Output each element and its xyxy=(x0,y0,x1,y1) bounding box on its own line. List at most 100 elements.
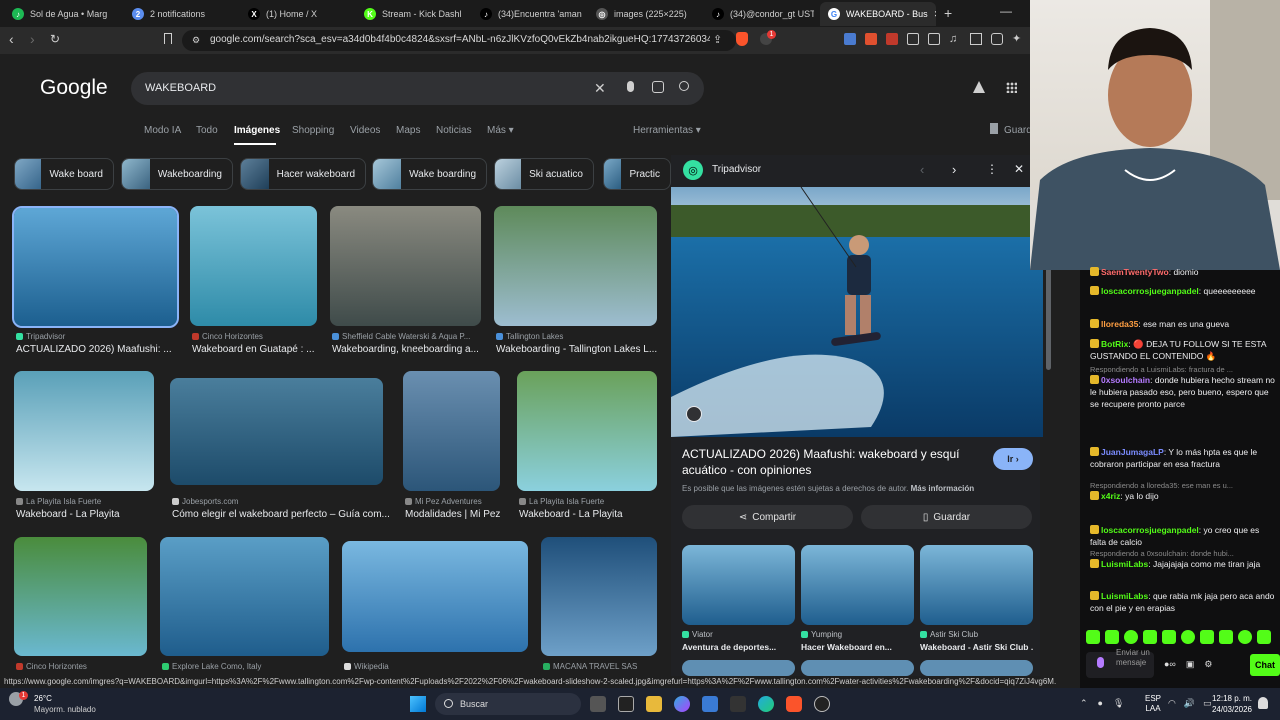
related-title[interactable]: Aventura de deportes... xyxy=(682,642,795,652)
result-source[interactable]: Cinco Horizontes xyxy=(16,662,153,671)
google-logo[interactable]: Google xyxy=(40,76,108,100)
saved-icon[interactable] xyxy=(990,123,998,134)
bookmark-icon[interactable] xyxy=(164,33,172,44)
result-source[interactable]: MACANA TRAVEL SAS xyxy=(543,662,663,671)
people-icon[interactable]: ● xyxy=(1098,698,1103,709)
terminal-icon[interactable] xyxy=(730,696,746,712)
task-view-icon[interactable] xyxy=(590,696,606,712)
result-title[interactable]: Wakeboard - La Playita xyxy=(16,509,160,520)
image-result[interactable] xyxy=(170,378,383,485)
close-panel-icon[interactable]: ✕ xyxy=(1014,162,1024,176)
chat-username[interactable]: loscacorrosjueganpadel xyxy=(1101,286,1199,296)
start-button[interactable] xyxy=(410,696,426,712)
notification-bell-icon[interactable] xyxy=(1258,697,1268,709)
clock[interactable]: 12:18 p. m. 24/03/2026 xyxy=(1208,693,1252,715)
image-result[interactable] xyxy=(403,371,500,491)
brave-icon[interactable] xyxy=(786,696,802,712)
result-title[interactable]: Wakeboard en Guatapé : ... xyxy=(192,344,323,355)
result-title[interactable]: Wakeboarding - Tallington Lakes L... xyxy=(496,344,663,355)
language-indicator[interactable]: ESP LAA xyxy=(1145,694,1161,714)
lens-icon[interactable] xyxy=(652,81,664,93)
result-source[interactable]: Wikipedia xyxy=(344,662,534,671)
chat-username[interactable]: LuismiLabs xyxy=(1101,591,1148,601)
nav-tab[interactable]: Maps xyxy=(396,125,420,136)
save-button[interactable]: ▯ Guardar xyxy=(861,505,1032,529)
result-source[interactable]: La Playita Isla Fuerte xyxy=(519,497,663,506)
saved-button[interactable]: Guard xyxy=(1004,125,1032,136)
m-extension-icon[interactable] xyxy=(886,33,898,45)
browser-tab[interactable]: ♪ (34)Encuentra 'amanda xyxy=(472,2,582,26)
share-icon[interactable]: ⇪ xyxy=(713,33,722,46)
chat-username[interactable]: 0xsoulchain xyxy=(1101,375,1150,385)
related-title[interactable]: Wakeboard - Astir Ski Club ... xyxy=(920,642,1033,652)
nav-tab[interactable]: Videos xyxy=(350,125,380,136)
related-source[interactable]: Yumping xyxy=(801,630,914,639)
share-button[interactable]: ⋖ Compartir xyxy=(682,505,853,529)
edge-icon[interactable] xyxy=(758,696,774,712)
labs-flask-icon[interactable] xyxy=(973,81,985,93)
chat-username[interactable]: SaemTwentyTwo xyxy=(1101,267,1169,277)
browser-tab[interactable]: 2 2 notifications xyxy=(124,2,234,26)
reload-icon[interactable]: ↻ xyxy=(50,32,60,46)
image-result[interactable] xyxy=(14,537,147,656)
more-info-link[interactable]: Más información xyxy=(911,484,975,493)
red-extension-icon[interactable] xyxy=(865,33,877,45)
related-chip[interactable]: Hacer wakeboard xyxy=(240,158,366,190)
image-result[interactable] xyxy=(342,541,528,652)
result-title[interactable]: Cómo elegir el wakeboard perfecto – Guía… xyxy=(172,509,389,520)
panel-title[interactable]: ACTUALIZADO 2026) Maafushi: wakeboard y … xyxy=(682,446,982,478)
image-result[interactable] xyxy=(330,206,481,326)
chevron-up-icon[interactable]: ⌃ xyxy=(1080,698,1088,709)
browser-tab[interactable]: X (1) Home / X xyxy=(240,2,350,26)
tab-search-icon[interactable] xyxy=(928,33,940,45)
translate-extension-icon[interactable] xyxy=(844,33,856,45)
back-icon[interactable]: ‹ xyxy=(9,31,14,47)
puzzle-icon[interactable] xyxy=(907,33,919,45)
related-image[interactable] xyxy=(682,545,795,625)
emote-icon[interactable] xyxy=(1105,630,1119,644)
result-source[interactable]: Sheffield Cable Waterski & Aqua P... xyxy=(332,332,487,341)
nav-tab[interactable]: Shopping xyxy=(292,125,334,136)
chat-send-button[interactable]: Chat xyxy=(1250,654,1280,676)
panel-site-name[interactable]: Tripadvisor xyxy=(712,164,761,175)
related-image[interactable] xyxy=(682,660,795,676)
next-image-icon[interactable]: › xyxy=(952,162,956,177)
nav-tab[interactable]: Noticias xyxy=(436,125,472,136)
image-result[interactable] xyxy=(541,537,657,656)
wallet-icon[interactable] xyxy=(991,33,1003,45)
related-chip[interactable]: Wake board xyxy=(14,158,114,190)
users-icon[interactable]: ●∞ xyxy=(1164,659,1176,670)
preview-image[interactable] xyxy=(671,187,1043,437)
nav-tab[interactable]: Todo xyxy=(196,125,218,136)
result-source[interactable]: Jobesports.com xyxy=(172,497,389,506)
new-tab-button[interactable]: + xyxy=(944,5,952,21)
browser-tab[interactable]: ♪ (34)@condor_gt USTED xyxy=(704,2,814,26)
gear-icon[interactable]: ⚙ xyxy=(1204,659,1212,670)
visit-button[interactable]: Ir › xyxy=(993,448,1033,470)
emote-icon[interactable] xyxy=(1162,630,1176,644)
related-chip[interactable]: Wakeboarding xyxy=(121,158,233,190)
nav-tab[interactable]: Modo IA xyxy=(144,125,181,136)
chat-username[interactable]: lloreda35 xyxy=(1101,319,1138,329)
emote-icon[interactable] xyxy=(1238,630,1252,644)
image-result[interactable] xyxy=(517,371,657,491)
browser-tab[interactable]: ♪ Sol de Agua • Marg xyxy=(4,2,120,26)
weather-temp[interactable]: 26°C xyxy=(34,694,52,703)
more-options-icon[interactable]: ⋮ xyxy=(986,162,998,176)
image-result[interactable] xyxy=(12,206,179,328)
mic-tray-icon[interactable]: 🎙 xyxy=(1113,698,1124,709)
related-source[interactable]: Viator xyxy=(682,630,795,639)
related-chip[interactable]: Practic xyxy=(603,158,671,190)
obs-icon[interactable] xyxy=(814,696,830,712)
chat-username[interactable]: loscacorrosjueganpadel xyxy=(1101,525,1199,535)
browser-tab[interactable]: G WAKEBOARD - Bus ✕ xyxy=(820,2,936,26)
chat-username[interactable]: JuanJumagaLP xyxy=(1101,447,1164,457)
result-source[interactable]: La Playita Isla Fuerte xyxy=(16,497,160,506)
site-info-icon[interactable]: ⚙ xyxy=(192,35,200,46)
emote-icon[interactable] xyxy=(1124,630,1138,644)
image-result[interactable] xyxy=(190,206,317,326)
emote-icon[interactable] xyxy=(1181,630,1195,644)
leo-icon[interactable]: ✦ xyxy=(1012,33,1024,45)
result-source[interactable]: Mi Pez Adventures xyxy=(405,497,506,506)
clear-search-icon[interactable]: ✕ xyxy=(594,80,606,97)
